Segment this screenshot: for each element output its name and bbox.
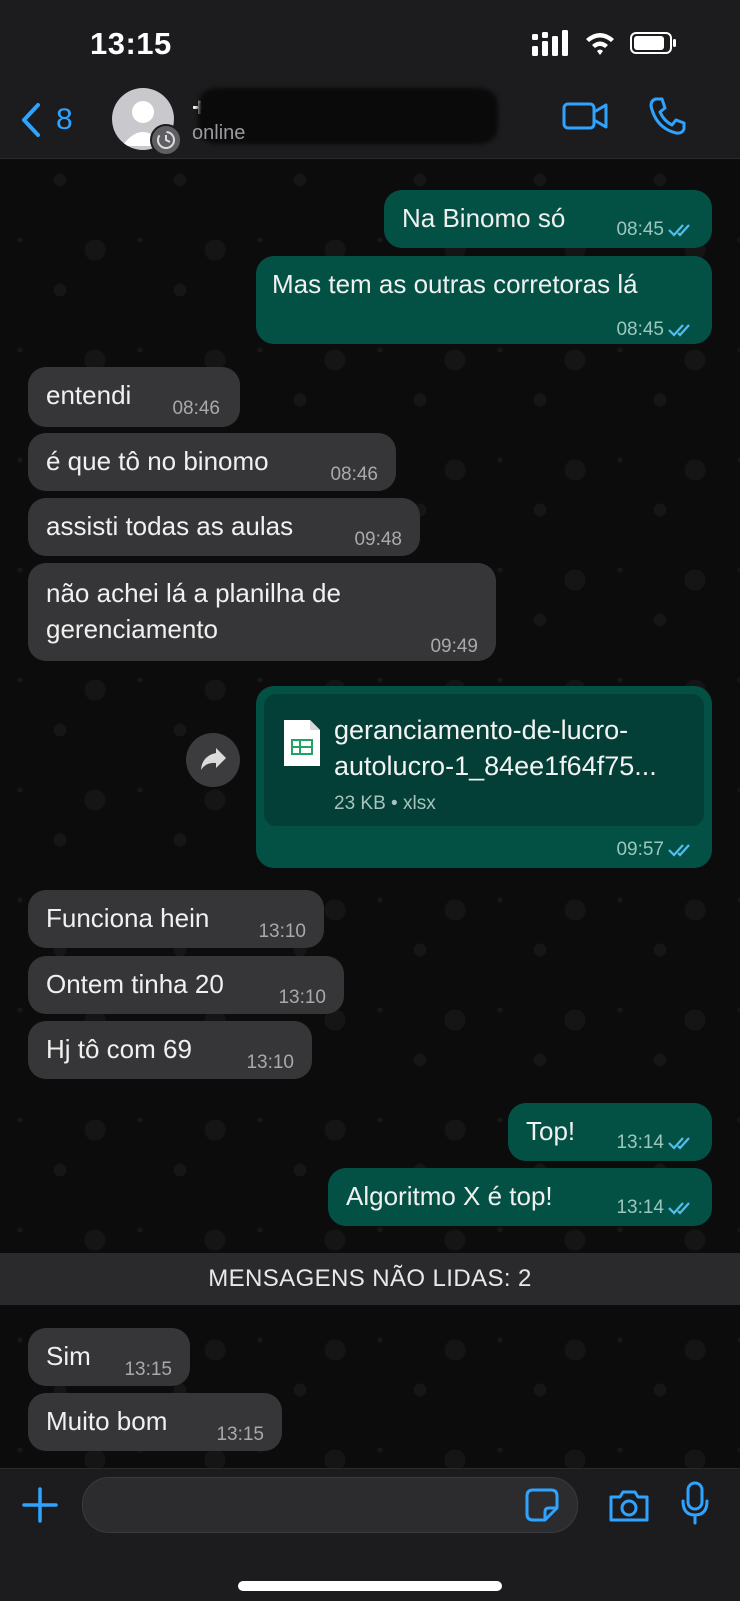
spreadsheet-file-icon [284,720,320,766]
back-button[interactable]: 8 [20,100,73,140]
message-time: 08:45 [616,312,696,348]
read-ticks-icon [668,224,690,237]
camera-icon[interactable] [608,1489,650,1523]
message-bubble-in[interactable]: é que tô no binomo 08:46 [28,433,396,491]
message-time: 13:10 [278,987,326,1008]
message-bubble-in[interactable]: assisti todas as aulas 09:48 [28,498,420,556]
message-time: 08:46 [330,464,378,485]
battery-icon [630,32,676,54]
file-attachment[interactable]: geranciamento-de-lucro-autolucro-1_84ee1… [264,694,704,826]
phone-icon[interactable] [648,96,686,136]
home-indicator [238,1581,502,1591]
message-text: não achei lá a planilha de gerenciamento [46,578,341,644]
message-time: 13:15 [216,1424,264,1445]
status-time: 13:15 [90,26,172,61]
forward-button[interactable] [186,733,240,787]
plus-icon[interactable] [22,1487,58,1523]
back-chevron-icon [22,103,40,137]
status-bar: 13:15 [0,0,740,80]
video-call-icon[interactable] [562,98,608,134]
message-text: Funciona hein [46,903,210,933]
message-text: entendi [46,380,132,410]
wifi-icon [586,33,614,55]
message-text: Ontem tinha 20 [46,969,224,999]
message-text: Algoritmo X é top! [346,1181,553,1211]
unread-messages-separator: MENSAGENS NÃO LIDAS: 2 [0,1253,740,1305]
message-bubble-in[interactable]: Funciona hein 13:10 [28,890,324,948]
message-bubble-in[interactable]: Muito bom 13:15 [28,1393,282,1451]
file-meta: 23 KB • xlsx [334,793,436,814]
message-time: 13:10 [246,1052,294,1073]
message-bubble-in[interactable]: Hj tô com 69 13:10 [28,1021,312,1079]
message-bubble-out[interactable]: Top! 13:14 [508,1103,712,1161]
message-input-bar [0,1468,740,1601]
file-name: geranciamento-de-lucro-autolucro-1_84ee1… [334,715,657,781]
message-text: Na Binomo só [402,203,566,233]
message-text: é que tô no binomo [46,446,269,476]
message-text: Sim [46,1341,91,1371]
disappearing-timer-icon [150,124,182,156]
message-text: assisti todas as aulas [46,511,294,541]
message-bubble-out[interactable]: Na Binomo só 08:45 [384,190,712,248]
message-bubble-in[interactable]: não achei lá a planilha de gerenciamento… [28,563,496,661]
read-ticks-icon [668,324,690,337]
message-bubble-in[interactable]: Sim 13:15 [28,1328,190,1386]
microphone-icon[interactable] [680,1481,710,1525]
message-bubble-in[interactable]: Ontem tinha 20 13:10 [28,956,344,1014]
message-time: 09:48 [354,529,402,550]
sticker-icon[interactable] [525,1488,559,1522]
chat-header: 8 +5 online [0,80,740,159]
message-text: Muito bom [46,1406,168,1436]
message-bubble-out[interactable]: Mas tem as outras corretoras lá 08:45 [256,256,712,344]
message-text: Mas tem as outras corretoras lá [272,269,638,299]
message-text: Top! [526,1116,576,1146]
message-bubble-in[interactable]: entendi 08:46 [28,367,240,427]
message-time: 08:45 [616,212,696,248]
message-time: 13:14 [616,1125,696,1161]
message-time: 13:14 [616,1190,696,1226]
message-time: 13:10 [258,921,306,942]
unread-count: 8 [56,103,73,136]
read-ticks-icon [668,1202,690,1215]
message-time: 09:57 [616,832,696,868]
message-bubble-out[interactable]: Algoritmo X é top! 13:14 [328,1168,712,1226]
message-time: 09:49 [430,636,478,657]
message-text: Hj tô com 69 [46,1034,192,1064]
read-ticks-icon [668,1137,690,1150]
contact-status: online [192,122,246,144]
message-time: 13:15 [124,1359,172,1380]
message-input[interactable] [82,1477,578,1533]
read-ticks-icon [668,844,690,857]
file-message-bubble[interactable]: geranciamento-de-lucro-autolucro-1_84ee1… [256,686,712,868]
message-time: 08:46 [172,398,220,419]
cellular-signal-icon [532,30,568,56]
forward-icon [201,748,226,770]
